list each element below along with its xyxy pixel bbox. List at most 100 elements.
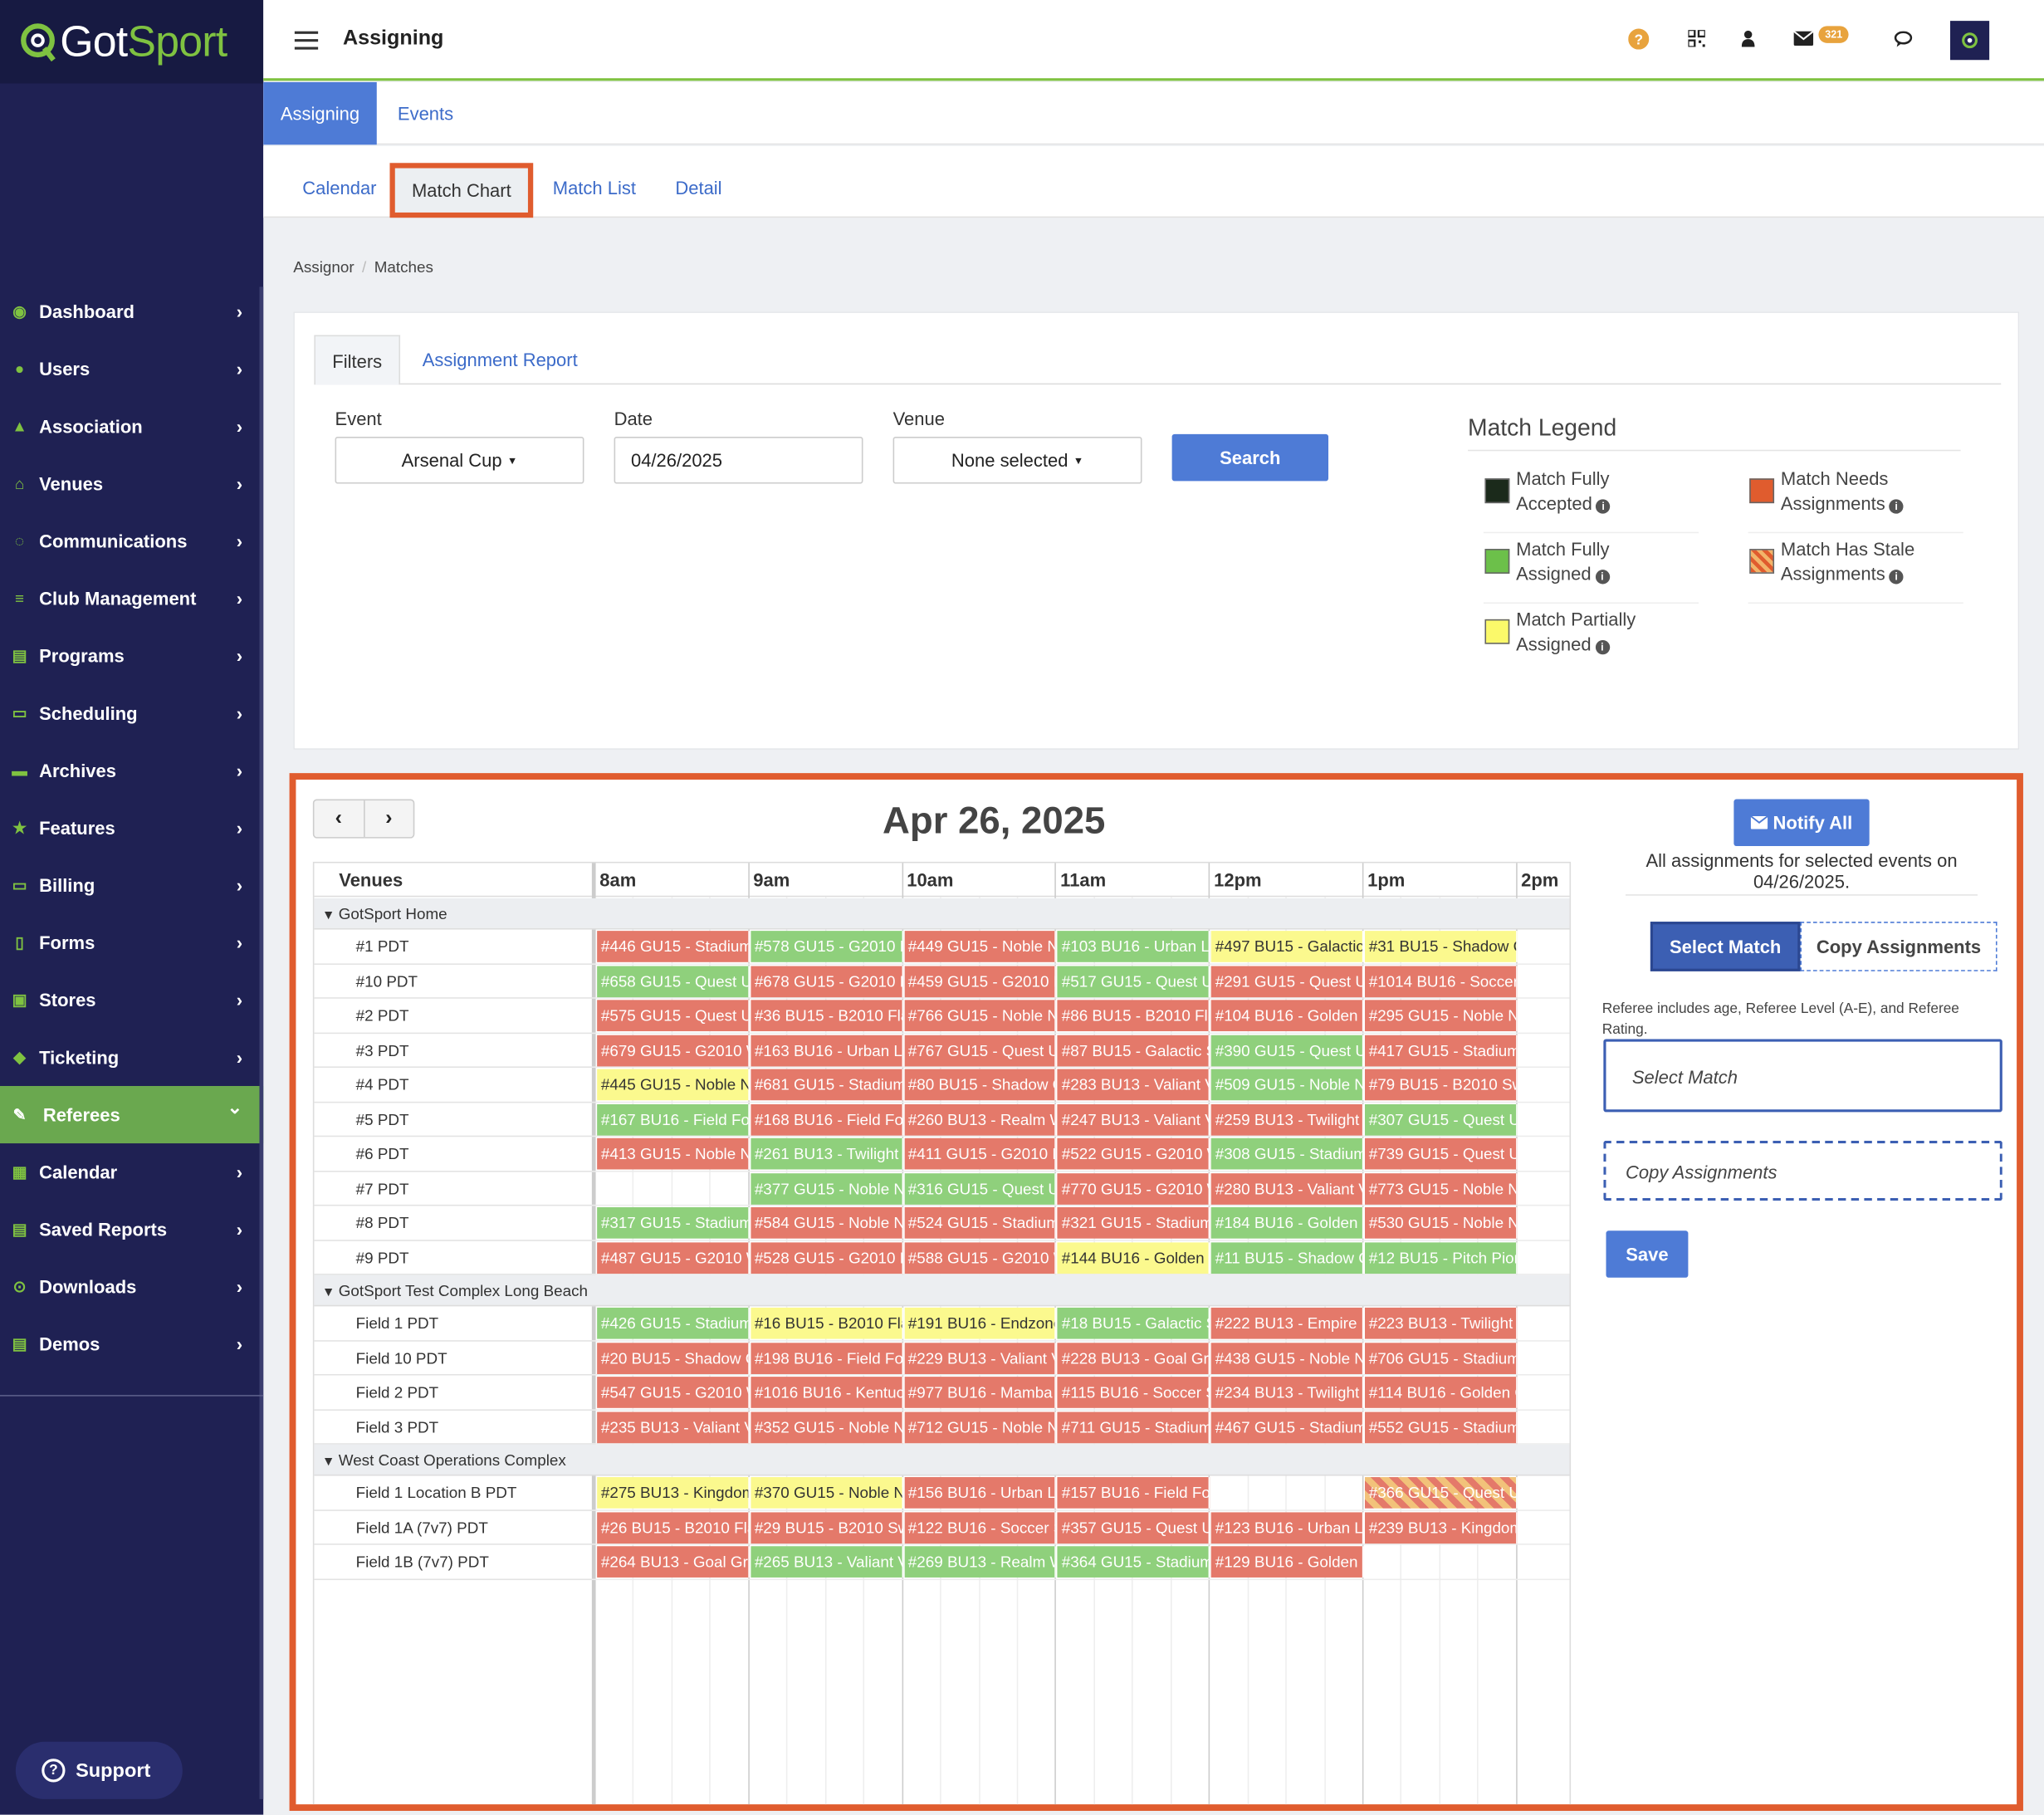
match-block[interactable]: #357 GU15 - Quest Ur <box>1058 1511 1210 1543</box>
avatar[interactable] <box>1950 21 1990 61</box>
sidebar-item-downloads[interactable]: ⊙ Downloads › <box>0 1258 263 1315</box>
match-block[interactable]: #377 GU15 - Noble Na <box>751 1172 903 1205</box>
match-block[interactable]: #87 BU15 - Galactic S <box>1058 1034 1210 1066</box>
match-block[interactable]: #229 BU13 - Valiant V <box>904 1342 1057 1374</box>
match-block[interactable]: #239 BU13 - Kingdom <box>1364 1511 1518 1543</box>
venue-group-row[interactable]: ▼ GotSport Home <box>314 898 1570 930</box>
match-block[interactable]: #18 BU15 - Galactic S <box>1058 1307 1210 1339</box>
match-block[interactable]: #370 GU15 - Noble Na <box>751 1477 903 1509</box>
match-block[interactable]: #104 BU16 - Golden C <box>1211 1000 1364 1032</box>
match-block[interactable]: #417 GU15 - Stadium <box>1364 1034 1518 1066</box>
match-block[interactable]: #487 GU15 - G2010 W <box>597 1241 750 1274</box>
breadcrumb-assignor[interactable]: Assignor <box>293 258 354 276</box>
sidebar-item-billing[interactable]: ▭ Billing › <box>0 857 263 914</box>
match-block[interactable]: #20 BU15 - Shadow C <box>597 1342 750 1374</box>
tab-calendar[interactable]: Calendar <box>302 178 376 198</box>
match-block[interactable]: #167 BU16 - Field For <box>597 1103 750 1135</box>
tab-detail[interactable]: Detail <box>675 178 721 198</box>
sidebar-item-scheduling[interactable]: ▭ Scheduling › <box>0 684 263 741</box>
venue-group-row[interactable]: ▼ West Coast Operations Complex <box>314 1444 1570 1476</box>
match-block[interactable]: #247 BU13 - Valiant V <box>1058 1103 1210 1135</box>
tab-events[interactable]: Events <box>379 82 472 144</box>
match-block[interactable]: #766 GU15 - Noble Na <box>904 1000 1057 1032</box>
match-block[interactable]: #157 BU16 - Field For <box>1058 1477 1210 1509</box>
match-block[interactable]: #767 GU15 - Quest Ur <box>904 1034 1057 1066</box>
save-button[interactable]: Save <box>1606 1230 1689 1278</box>
match-block[interactable]: #712 GU15 - Noble Na <box>904 1411 1057 1443</box>
match-block[interactable]: #658 GU15 - Quest Ur <box>597 965 750 997</box>
match-block[interactable]: #307 GU15 - Quest Ur <box>1364 1103 1518 1135</box>
search-button[interactable]: Search <box>1171 433 1329 482</box>
match-block[interactable]: #163 BU16 - Urban Le <box>751 1034 903 1066</box>
date-input[interactable]: 04/26/2025 <box>614 437 863 484</box>
sidebar-item-communications[interactable]: ◌ Communications › <box>0 512 263 570</box>
sidebar-item-association[interactable]: ▲ Association › <box>0 398 263 455</box>
match-block[interactable]: #308 GU15 - Stadium <box>1211 1137 1364 1170</box>
match-block[interactable]: #575 GU15 - Quest Ur <box>597 1000 750 1032</box>
venue-select[interactable]: None selected ▼ <box>892 437 1142 484</box>
match-block[interactable]: #459 GU15 - G2010 L <box>904 965 1057 997</box>
match-block[interactable]: #411 GU15 - G2010 L <box>904 1137 1057 1170</box>
match-block[interactable]: #144 BU16 - Golden C <box>1058 1241 1210 1274</box>
tab-assignment-report[interactable]: Assignment Report <box>423 335 578 385</box>
match-block[interactable]: #184 BU16 - Golden C <box>1211 1207 1364 1239</box>
sidebar-item-dashboard[interactable]: ◉ Dashboard › <box>0 283 263 340</box>
match-block[interactable]: #259 BU13 - Twilight T <box>1211 1103 1364 1135</box>
info-icon[interactable]: i <box>1889 570 1904 585</box>
tab-match-chart[interactable]: Match Chart <box>389 163 534 218</box>
tab-match-list[interactable]: Match List <box>553 178 636 198</box>
match-block[interactable]: #275 BU13 - Kingdom <box>597 1477 750 1509</box>
info-icon[interactable]: i <box>1595 570 1610 585</box>
match-block[interactable]: #16 BU15 - B2010 Fla <box>751 1307 903 1339</box>
select-match-tab[interactable]: Select Match <box>1650 922 1801 971</box>
match-block[interactable]: #29 BU15 - B2010 Sw <box>751 1511 903 1543</box>
copy-assignments-tab[interactable]: Copy Assignments <box>1800 922 1998 971</box>
match-block[interactable]: #446 GU15 - Stadium <box>597 931 750 962</box>
match-block[interactable]: #79 BU15 - B2010 Sw <box>1364 1069 1518 1101</box>
match-block[interactable]: #191 BU16 - Endzone <box>904 1307 1057 1339</box>
match-block[interactable]: #584 GU15 - Noble Na <box>751 1207 903 1239</box>
match-block[interactable]: #770 GU15 - G2010 W <box>1058 1172 1210 1205</box>
match-block[interactable]: #269 BU13 - Realm W <box>904 1546 1057 1578</box>
match-block[interactable]: #366 GU15 - Quest Ur <box>1364 1477 1518 1509</box>
match-block[interactable]: #235 BU13 - Valiant Vi <box>597 1411 750 1443</box>
match-block[interactable]: #223 BU13 - Twilight T <box>1364 1307 1518 1339</box>
match-block[interactable]: #438 GU15 - Noble Na <box>1211 1342 1364 1374</box>
event-select[interactable]: Arsenal Cup ▼ <box>335 437 584 484</box>
match-block[interactable]: #977 BU16 - Mamba F <box>904 1377 1057 1408</box>
match-block[interactable]: #679 GU15 - G2010 W <box>597 1034 750 1066</box>
match-block[interactable]: #260 BU13 - Realm W <box>904 1103 1057 1135</box>
gotsport-logo[interactable]: GotSport <box>0 0 264 84</box>
sidebar-scrollbar[interactable] <box>259 286 264 1799</box>
sidebar-item-archives[interactable]: ▬ Archives › <box>0 741 263 799</box>
select-match-dropzone[interactable]: Select Match <box>1603 1039 2002 1113</box>
info-icon[interactable]: i <box>1889 499 1904 514</box>
match-block[interactable]: #530 GU15 - Noble Na <box>1364 1207 1518 1239</box>
match-block[interactable]: #352 GU15 - Noble Na <box>751 1411 903 1443</box>
qr-code-icon[interactable] <box>1688 30 1705 47</box>
collapse-triangle-icon[interactable]: ▼ <box>322 1455 339 1469</box>
match-block[interactable]: #449 GU15 - Noble Na <box>904 931 1057 962</box>
match-block[interactable]: #283 BU13 - Valiant V <box>1058 1069 1210 1101</box>
sidebar-item-programs[interactable]: ▤ Programs › <box>0 627 263 684</box>
sidebar-item-ticketing[interactable]: ◆ Ticketing › <box>0 1029 263 1086</box>
match-block[interactable]: #321 GU15 - Stadium <box>1058 1207 1210 1239</box>
match-block[interactable]: #390 GU15 - Quest Ur <box>1211 1034 1364 1066</box>
match-block[interactable]: #528 GU15 - G2010 L <box>751 1241 903 1274</box>
match-block[interactable]: #547 GU15 - G2010 W <box>597 1377 750 1408</box>
chat-icon[interactable] <box>1894 31 1913 47</box>
match-block[interactable]: #524 GU15 - Stadium <box>904 1207 1057 1239</box>
sidebar-item-stores[interactable]: ▣ Stores › <box>0 971 263 1029</box>
venue-group-row[interactable]: ▼ GotSport Test Complex Long Beach <box>314 1274 1570 1307</box>
match-block[interactable]: #711 GU15 - Stadium <box>1058 1411 1210 1443</box>
match-block[interactable]: #265 BU13 - Valiant V <box>751 1546 903 1578</box>
info-icon[interactable]: i <box>1596 499 1611 514</box>
match-block[interactable]: #129 BU16 - Golden C <box>1211 1546 1364 1578</box>
match-block[interactable]: #222 BU13 - Empire U <box>1211 1307 1364 1339</box>
match-block[interactable]: #467 GU15 - Stadium <box>1211 1411 1364 1443</box>
match-block[interactable]: #11 BU15 - Shadow C <box>1211 1241 1364 1274</box>
match-block[interactable]: #316 GU15 - Quest Ur <box>904 1172 1057 1205</box>
match-block[interactable]: #123 BU16 - Urban Le <box>1211 1511 1364 1543</box>
match-block[interactable]: #445 GU15 - Noble Na <box>597 1069 750 1101</box>
match-block[interactable]: #706 GU15 - Stadium <box>1364 1342 1518 1374</box>
